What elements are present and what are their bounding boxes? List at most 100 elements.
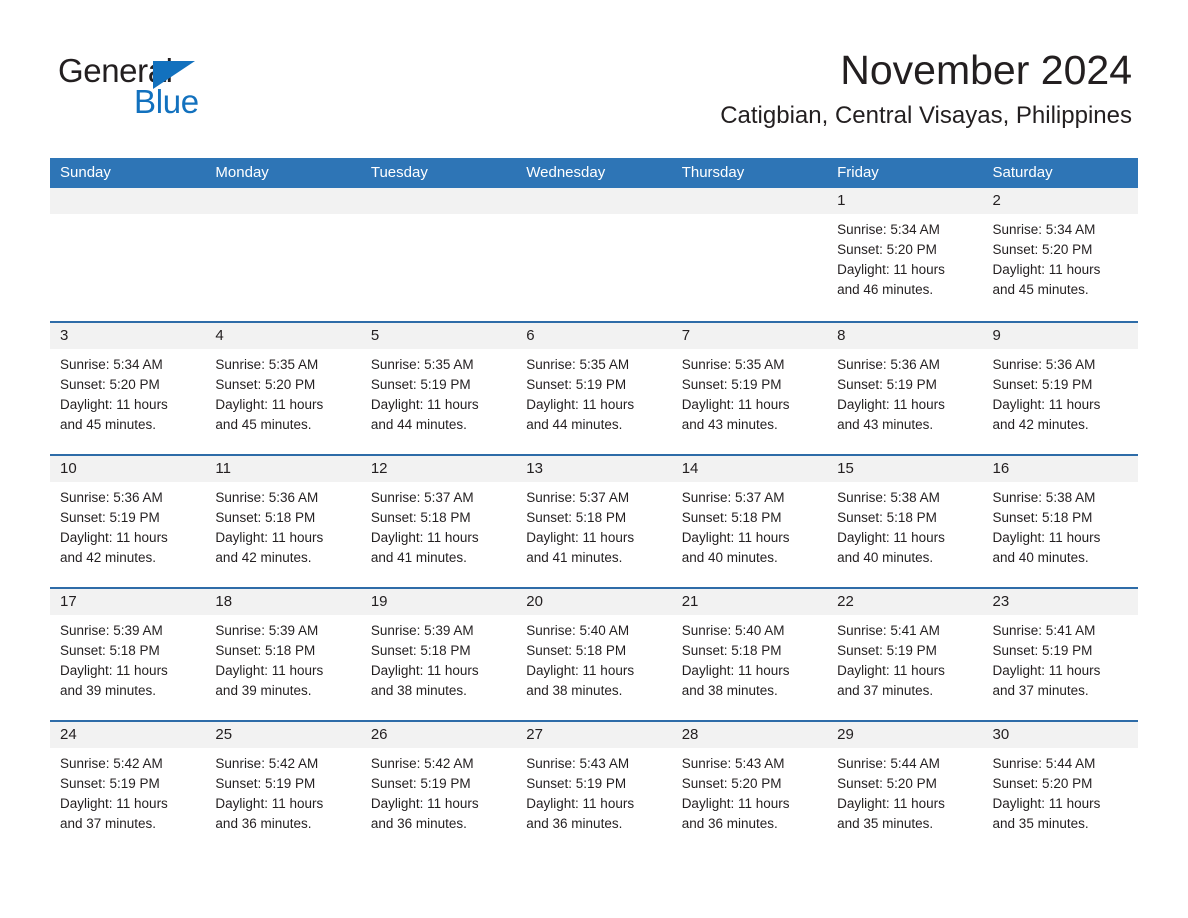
day-number: 7 [671, 323, 828, 349]
calendar-day-cell[interactable]: 11 Sunrise: 5:36 AM Sunset: 5:18 PM Dayligh… [205, 456, 361, 587]
daylight-text-line2: and 36 minutes. [681, 816, 778, 831]
daylight-text-line1: Daylight: 11 hours [681, 397, 790, 412]
daylight-text-line1: Daylight: 11 hours [681, 530, 790, 545]
daylight-text-line1: Daylight: 11 hours [837, 262, 945, 277]
day-sun-info: Sunrise: 5:34 AM Sunset: 5:20 PM Daylight:… [50, 349, 205, 435]
calendar-day-cell[interactable]: 15 Sunrise: 5:38 AM Sunset: 5:18 PM Dayligh… [827, 456, 983, 587]
calendar-day-cell-empty [50, 188, 206, 321]
day-number: 3 [50, 323, 206, 349]
day-number: 19 [360, 589, 517, 615]
daylight-text-line2: and 39 minutes. [60, 683, 157, 698]
calendar-day-cell[interactable]: 2 Sunrise: 5:34 AM Sunset: 5:20 PM Daylight… [982, 188, 1138, 321]
calendar-day-cell[interactable]: 16 Sunrise: 5:38 AM Sunset: 5:18 PM Dayligh… [982, 456, 1138, 587]
calendar-day-cell[interactable]: 14 Sunrise: 5:37 AM Sunset: 5:18 PM Dayligh… [671, 456, 828, 587]
weekday-header-monday: Monday [215, 164, 269, 181]
day-sun-info: Sunrise: 5:40 AM Sunset: 5:18 PM Daylight:… [672, 615, 827, 701]
daylight-text-line1: Daylight: 11 hours [992, 397, 1101, 412]
weekday-header-tuesday: Tuesday [370, 164, 428, 181]
calendar-day-cell[interactable]: 17 Sunrise: 5:39 AM Sunset: 5:18 PM Dayligh… [50, 589, 206, 720]
day-number: 30 [982, 722, 1138, 748]
sunrise-text: Sunrise: 5:36 AM [837, 357, 940, 372]
calendar-day-cell[interactable]: 5 Sunrise: 5:35 AM Sunset: 5:19 PM Daylight… [360, 323, 517, 454]
calendar-day-cell[interactable]: 26 Sunrise: 5:42 AM Sunset: 5:19 PM Dayligh… [360, 722, 517, 853]
weekday-header-sunday: Sunday [60, 164, 111, 181]
sunrise-text: Sunrise: 5:39 AM [370, 623, 474, 638]
day-number: 10 [50, 456, 206, 482]
calendar-day-cell[interactable]: 8 Sunrise: 5:36 AM Sunset: 5:19 PM Daylight… [827, 323, 983, 454]
calendar-day-cell[interactable]: 18 Sunrise: 5:39 AM Sunset: 5:18 PM Dayligh… [205, 589, 361, 720]
calendar-day-cell[interactable]: 3 Sunrise: 5:34 AM Sunset: 5:20 PM Daylight… [50, 323, 206, 454]
calendar-day-cell[interactable]: 9 Sunrise: 5:36 AM Sunset: 5:19 PM Daylight… [982, 323, 1138, 454]
calendar-day-cell[interactable]: 28 Sunrise: 5:43 AM Sunset: 5:20 PM Dayligh… [671, 722, 828, 853]
daylight-text-line2: and 38 minutes. [526, 683, 623, 698]
day-number: 1 [827, 188, 983, 214]
sunrise-text: Sunrise: 5:37 AM [681, 490, 785, 505]
sunrise-text: Sunrise: 5:44 AM [992, 756, 1096, 771]
day-number: 29 [827, 722, 983, 748]
calendar-day-cell[interactable]: 7 Sunrise: 5:35 AM Sunset: 5:19 PM Daylight… [671, 323, 828, 454]
daylight-text-line2: and 45 minutes. [60, 417, 157, 432]
daylight-text-line1: Daylight: 11 hours [215, 663, 324, 678]
day-sun-info: Sunrise: 5:38 AM Sunset: 5:18 PM Daylight:… [983, 482, 1138, 568]
day-sun-info: Sunrise: 5:39 AM Sunset: 5:18 PM Daylight:… [361, 615, 516, 701]
sunrise-text: Sunrise: 5:37 AM [526, 490, 630, 505]
page-title: November 2024 [840, 47, 1132, 93]
calendar-day-cell[interactable]: 12 Sunrise: 5:37 AM Sunset: 5:18 PM Dayligh… [360, 456, 517, 587]
day-number: 20 [516, 589, 672, 615]
day-number: 18 [205, 589, 361, 615]
calendar-week-row: 1 Sunrise: 5:34 AM Sunset: 5:20 PM Daylight… [50, 188, 1138, 321]
sunrise-text: Sunrise: 5:34 AM [837, 222, 940, 237]
daylight-text-line1: Daylight: 11 hours [370, 397, 479, 412]
general-blue-logo[interactable]: General Blue [58, 52, 398, 122]
calendar-week-row: 17 Sunrise: 5:39 AM Sunset: 5:18 PM Dayligh… [50, 587, 1138, 720]
page-subtitle: Catigbian, Central Visayas, Philippines [720, 102, 1132, 129]
sunset-text: Sunset: 5:20 PM [837, 776, 937, 791]
day-number: 14 [671, 456, 828, 482]
day-sun-info: Sunrise: 5:43 AM Sunset: 5:20 PM Daylight:… [672, 748, 827, 834]
day-sun-info: Sunrise: 5:35 AM Sunset: 5:19 PM Daylight:… [516, 349, 671, 435]
calendar-day-cell[interactable]: 13 Sunrise: 5:37 AM Sunset: 5:18 PM Dayligh… [516, 456, 672, 587]
day-number: 25 [205, 722, 361, 748]
calendar-day-cell[interactable]: 6 Sunrise: 5:35 AM Sunset: 5:19 PM Daylight… [516, 323, 672, 454]
day-sun-info: Sunrise: 5:42 AM Sunset: 5:19 PM Daylight:… [50, 748, 205, 834]
sunset-text: Sunset: 5:19 PM [681, 377, 782, 392]
calendar-day-cell[interactable]: 27 Sunrise: 5:43 AM Sunset: 5:19 PM Dayligh… [516, 722, 672, 853]
sunset-text: Sunset: 5:20 PM [992, 776, 1093, 791]
day-sun-info: Sunrise: 5:35 AM Sunset: 5:19 PM Daylight:… [361, 349, 516, 435]
calendar-day-cell[interactable]: 21 Sunrise: 5:40 AM Sunset: 5:18 PM Dayligh… [671, 589, 828, 720]
calendar-grid: Sunday Monday Tuesday Wednesday Thursday… [50, 158, 1138, 853]
day-sun-info: Sunrise: 5:37 AM Sunset: 5:18 PM Daylight:… [672, 482, 827, 568]
day-sun-info: Sunrise: 5:36 AM Sunset: 5:19 PM Daylight:… [50, 482, 205, 568]
day-sun-info: Sunrise: 5:34 AM Sunset: 5:20 PM Daylight:… [827, 214, 982, 300]
calendar-day-cell[interactable]: 25 Sunrise: 5:42 AM Sunset: 5:19 PM Dayligh… [205, 722, 361, 853]
daylight-text-line1: Daylight: 11 hours [837, 530, 945, 545]
daylight-text-line2: and 40 minutes. [681, 550, 778, 565]
calendar-day-cell[interactable]: 30 Sunrise: 5:44 AM Sunset: 5:20 PM Dayligh… [982, 722, 1138, 853]
daylight-text-line2: and 45 minutes. [215, 417, 312, 432]
daylight-text-line2: and 37 minutes. [837, 683, 934, 698]
logo-word-blue: Blue [134, 83, 199, 120]
day-sun-info: Sunrise: 5:41 AM Sunset: 5:19 PM Daylight:… [827, 615, 982, 701]
calendar-day-cell[interactable]: 19 Sunrise: 5:39 AM Sunset: 5:18 PM Dayligh… [360, 589, 517, 720]
daylight-text-line2: and 37 minutes. [60, 816, 157, 831]
daylight-text-line2: and 42 minutes. [60, 550, 157, 565]
day-number: 26 [360, 722, 517, 748]
calendar-day-cell[interactable]: 10 Sunrise: 5:36 AM Sunset: 5:19 PM Dayligh… [50, 456, 206, 587]
sunrise-text: Sunrise: 5:38 AM [992, 490, 1096, 505]
calendar-day-cell[interactable]: 22 Sunrise: 5:41 AM Sunset: 5:19 PM Dayligh… [827, 589, 983, 720]
sunrise-text: Sunrise: 5:35 AM [215, 357, 319, 372]
daylight-text-line1: Daylight: 11 hours [681, 796, 790, 811]
calendar-day-cell[interactable]: 4 Sunrise: 5:35 AM Sunset: 5:20 PM Daylight… [205, 323, 361, 454]
sunrise-text: Sunrise: 5:36 AM [60, 490, 163, 505]
sunset-text: Sunset: 5:18 PM [215, 643, 316, 658]
calendar-day-cell[interactable]: 20 Sunrise: 5:40 AM Sunset: 5:18 PM Dayligh… [516, 589, 672, 720]
calendar-day-cell[interactable]: 23 Sunrise: 5:41 AM Sunset: 5:19 PM Dayligh… [982, 589, 1138, 720]
sunrise-text: Sunrise: 5:42 AM [370, 756, 474, 771]
calendar-day-cell[interactable]: 24 Sunrise: 5:42 AM Sunset: 5:19 PM Dayligh… [50, 722, 206, 853]
sunset-text: Sunset: 5:19 PM [370, 377, 471, 392]
weekday-header-thursday: Thursday [681, 164, 745, 181]
daylight-text-line1: Daylight: 11 hours [837, 796, 945, 811]
calendar-day-cell[interactable]: 1 Sunrise: 5:34 AM Sunset: 5:20 PM Daylight… [827, 188, 983, 321]
calendar-day-cell[interactable]: 29 Sunrise: 5:44 AM Sunset: 5:20 PM Dayligh… [827, 722, 983, 853]
calendar-day-cell-empty [671, 188, 828, 321]
